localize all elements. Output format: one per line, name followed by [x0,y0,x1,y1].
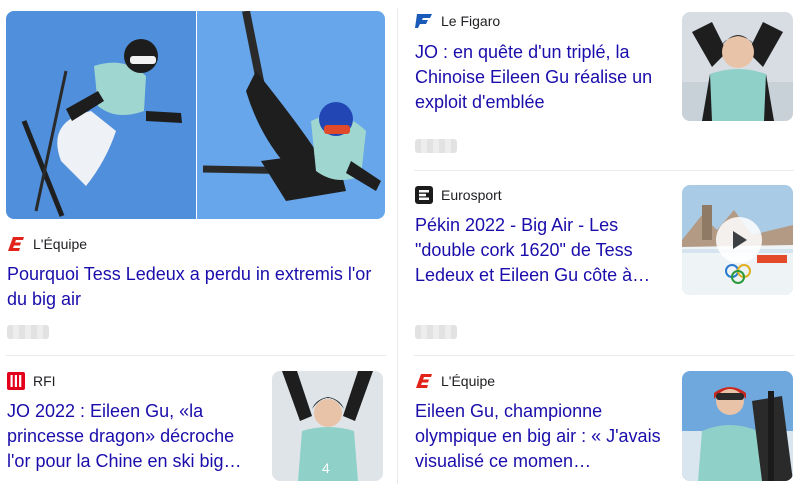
headline-link[interactable]: Pékin 2022 - Big Air - Les "double cork … [415,213,673,288]
headline-link[interactable]: Eileen Gu, championne olympique en big a… [415,399,673,474]
news-card-lequipe-gu[interactable]: L'Équipe Eileen Gu, championne olympique… [405,360,800,490]
source-label[interactable]: L'Équipe [415,372,495,390]
eileen-gu-celebrating-image[interactable] [682,12,793,121]
play-button-icon[interactable] [716,217,762,263]
rfi-logo-icon [7,372,25,390]
news-card-eurosport[interactable]: Eurosport Pékin 2022 - Big Air - Les "do… [405,175,800,350]
headline-link[interactable]: JO : en quête d'un triplé, la Chinoise E… [415,40,665,115]
news-card-lefigaro[interactable]: Le Figaro JO : en quête d'un triplé, la … [405,0,800,165]
row-divider-right-bottom [414,355,794,356]
lequipe-logo-icon [415,372,433,390]
timestamp-blurred [7,325,49,339]
source-name: RFI [33,373,56,389]
lequipe-logo-icon [7,235,25,253]
source-label[interactable]: RFI [7,372,56,390]
source-label[interactable]: Le Figaro [415,12,500,30]
source-name: L'Équipe [441,373,496,389]
eileen-gu-with-skis-image[interactable] [682,371,793,481]
svg-text:4: 4 [322,460,330,476]
source-name: Le Figaro [441,13,501,29]
row-divider-left [6,355,386,356]
column-divider [397,8,398,484]
news-card-rfi[interactable]: RFI JO 2022 : Eileen Gu, «la princesse d… [0,360,390,490]
timestamp-blurred [415,139,457,153]
headline-link[interactable]: JO 2022 : Eileen Gu, «la princesse drago… [7,399,262,474]
headline-link[interactable]: Pourquoi Tess Ledeux a perdu in extremis… [7,262,382,312]
lefigaro-logo-icon [415,12,433,30]
source-label[interactable]: L'Équipe [7,235,87,253]
news-card-lequipe-ledeux[interactable]: L'Équipe Pourquoi Tess Ledeux a perdu in… [0,0,390,350]
row-divider-right-top [414,170,794,171]
source-label[interactable]: Eurosport [415,186,502,204]
timestamp-blurred [415,325,457,339]
eurosport-logo-icon [415,186,433,204]
source-name: Eurosport [441,187,502,203]
source-name: L'Équipe [33,236,88,252]
big-air-video-thumbnail[interactable] [682,185,793,295]
eileen-gu-arms-raised-image[interactable]: 4 [272,371,383,481]
skiers-big-air-jump-image[interactable] [6,11,385,219]
